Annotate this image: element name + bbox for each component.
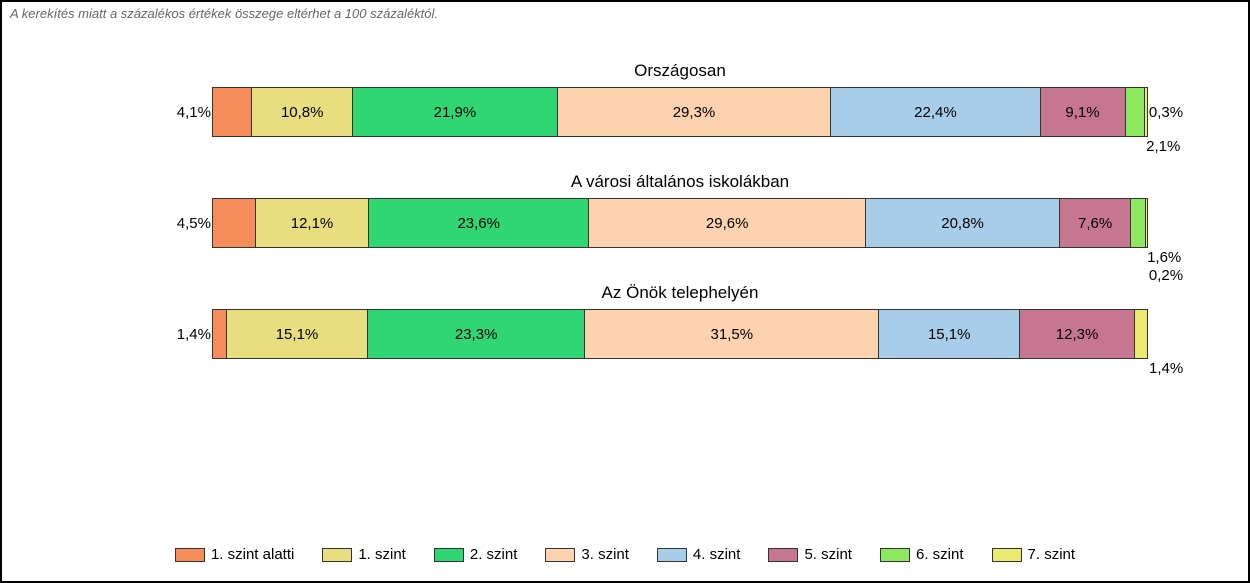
legend-swatch — [657, 548, 687, 562]
bar-segment: 12,1% — [255, 199, 368, 247]
legend-item: 6. szint — [880, 546, 964, 563]
legend: 1. szint alatti 1. szint 2. szint 3. szint 4… — [2, 546, 1248, 563]
bar-segment: 1,4% — [1134, 310, 1147, 358]
bar-group: Az Önök telephelyén1,4%15,1%23,3%31,5%15… — [212, 283, 1148, 359]
bar-segment: 29,6% — [588, 199, 864, 247]
bar-segment: 4,1% — [213, 88, 251, 136]
bar-segment: 29,3% — [557, 88, 831, 136]
legend-swatch — [880, 548, 910, 562]
legend-item: 1. szint — [322, 546, 406, 563]
bar-segment: 15,1% — [226, 310, 367, 358]
legend-label: 7. szint — [1028, 546, 1076, 563]
legend-swatch — [434, 548, 464, 562]
legend-item: 3. szint — [545, 546, 629, 563]
bar-segment: 15,1% — [878, 310, 1019, 358]
legend-item: 2. szint — [434, 546, 518, 563]
segment-label: 1,6% — [1145, 249, 1181, 266]
bar-segment: 1,4% — [213, 310, 226, 358]
bar-title: Országosan — [212, 61, 1148, 81]
segment-label: 0,3% — [1147, 104, 1183, 121]
bar-segment: 23,6% — [368, 199, 588, 247]
legend-swatch — [992, 548, 1022, 562]
bar-segment: 9,1% — [1040, 88, 1125, 136]
stacked-bar: 4,5%12,1%23,6%29,6%20,8%7,6%1,6%0,2% — [212, 198, 1148, 248]
bar-segment: 31,5% — [584, 310, 878, 358]
segment-label: 4,1% — [177, 104, 211, 121]
legend-label: 1. szint alatti — [211, 546, 294, 563]
segment-label: 4,5% — [177, 215, 211, 232]
legend-item: 7. szint — [992, 546, 1076, 563]
legend-label: 3. szint — [581, 546, 629, 563]
bar-segment: 10,8% — [251, 88, 352, 136]
legend-label: 2. szint — [470, 546, 518, 563]
rounding-note: A kerekítés miatt a százalékos értékek ö… — [2, 2, 1248, 21]
chart-container: A kerekítés miatt a százalékos értékek ö… — [0, 0, 1250, 583]
bar-segment: 23,3% — [367, 310, 584, 358]
bar-title: Az Önök telephelyén — [212, 283, 1148, 303]
bar-segment: 12,3% — [1019, 310, 1134, 358]
legend-item: 1. szint alatti — [175, 546, 294, 563]
stacked-bar: 1,4%15,1%23,3%31,5%15,1%12,3%1,4% — [212, 309, 1148, 359]
bar-segment: 22,4% — [830, 88, 1039, 136]
stacked-bar: 4,1%10,8%21,9%29,3%22,4%9,1%2,1%0,3% — [212, 87, 1148, 137]
bar-segment: 20,8% — [865, 199, 1059, 247]
bar-segment: 21,9% — [352, 88, 557, 136]
bar-segment: 0,2% — [1145, 199, 1147, 247]
segment-label: 1,4% — [177, 326, 211, 343]
legend-label: 5. szint — [804, 546, 852, 563]
legend-swatch — [768, 548, 798, 562]
legend-label: 4. szint — [693, 546, 741, 563]
bar-segment: 4,5% — [213, 199, 255, 247]
legend-label: 1. szint — [358, 546, 406, 563]
segment-label: 2,1% — [1144, 138, 1180, 155]
legend-label: 6. szint — [916, 546, 964, 563]
legend-item: 5. szint — [768, 546, 852, 563]
bar-segment: 0,3% — [1144, 88, 1147, 136]
legend-swatch — [322, 548, 352, 562]
legend-item: 4. szint — [657, 546, 741, 563]
bar-segment: 7,6% — [1059, 199, 1130, 247]
bar-segment: 1,6% — [1130, 199, 1145, 247]
segment-label: 0,2% — [1147, 267, 1183, 284]
legend-swatch — [545, 548, 575, 562]
bar-segment: 2,1% — [1125, 88, 1145, 136]
segment-label: 1,4% — [1147, 360, 1183, 377]
bars-area: Országosan4,1%10,8%21,9%29,3%22,4%9,1%2,… — [2, 21, 1248, 359]
bar-group: A városi általános iskolákban 4,5%12,1%23… — [212, 172, 1148, 248]
legend-swatch — [175, 548, 205, 562]
bar-group: Országosan 4,1%10,8%21,9%29,3%22,4%9,1%2,… — [212, 61, 1148, 137]
bar-title: A városi általános iskolákban — [212, 172, 1148, 192]
